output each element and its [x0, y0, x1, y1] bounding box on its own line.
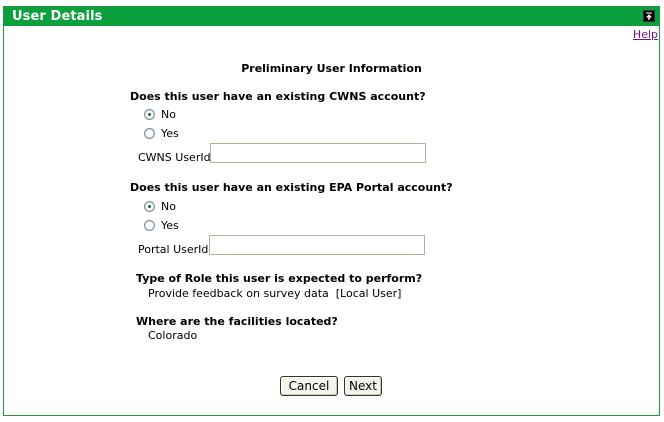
epa-no-label: No: [161, 199, 176, 213]
next-button[interactable]: Next: [344, 376, 382, 396]
role-label: Type of Role this user is expected to pe…: [136, 272, 423, 285]
facilities-value: Colorado: [148, 329, 198, 342]
cwns-option-yes[interactable]: Yes: [144, 125, 179, 141]
epa-yes-label: Yes: [161, 218, 179, 232]
epa-portal-account-question: Does this user have an existing EPA Port…: [130, 181, 453, 194]
cwns-yes-label: Yes: [161, 126, 179, 140]
cancel-button[interactable]: Cancel: [280, 376, 338, 396]
form-heading: Preliminary User Information: [241, 62, 422, 75]
user-details-panel: User Details Help Preliminary User Infor…: [3, 6, 660, 416]
cwns-account-question: Does this user have an existing CWNS acc…: [130, 90, 426, 103]
cwns-option-no[interactable]: No: [144, 106, 176, 122]
cwns-no-label: No: [161, 107, 176, 121]
cwns-userid-label: CWNS UserId: [138, 151, 211, 164]
epa-yes-radio[interactable]: [144, 219, 155, 231]
cwns-yes-radio[interactable]: [144, 127, 155, 139]
portal-userid-input[interactable]: [209, 235, 425, 255]
epa-option-no[interactable]: No: [144, 198, 176, 214]
portal-userid-label: Portal UserId: [138, 243, 209, 256]
title-bar: User Details: [4, 7, 659, 26]
cwns-no-radio[interactable]: [144, 108, 155, 120]
cwns-userid-input[interactable]: [210, 143, 426, 163]
window-title: User Details: [12, 9, 103, 24]
role-value: Provide feedback on survey data [Local U…: [148, 287, 402, 300]
epa-option-yes[interactable]: Yes: [144, 217, 179, 233]
help-link[interactable]: Help: [633, 28, 658, 41]
epa-no-radio[interactable]: [144, 200, 155, 212]
collapse-icon[interactable]: [643, 10, 655, 22]
facilities-label: Where are the facilities located?: [136, 315, 338, 328]
